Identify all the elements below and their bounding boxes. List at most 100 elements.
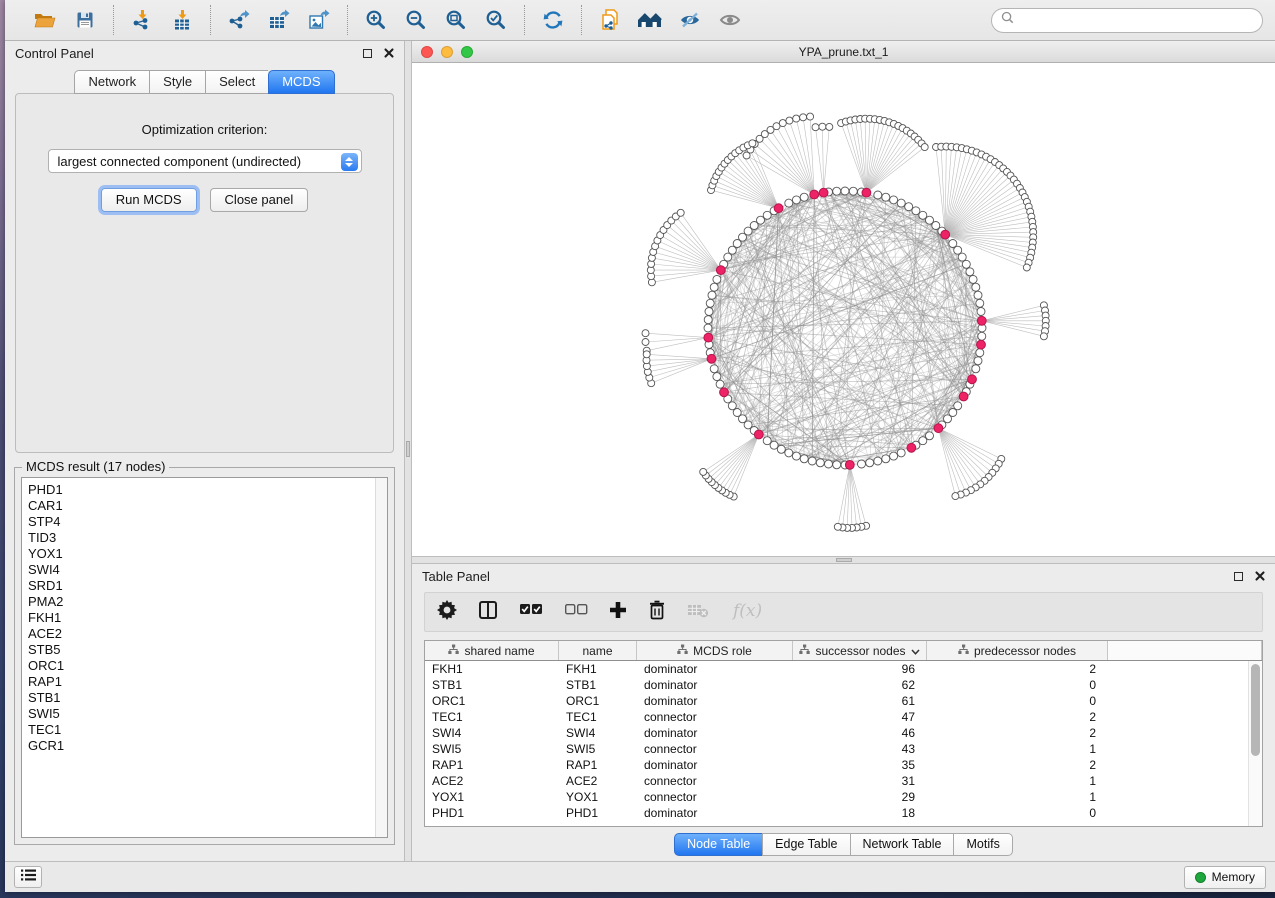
column-header-shared-name[interactable]: shared name (425, 641, 559, 660)
hide-selected-button[interactable] (674, 5, 706, 35)
table-row[interactable]: SWI5SWI5connector431 (425, 741, 1262, 757)
close-window-icon[interactable] (421, 46, 433, 58)
maximize-window-icon[interactable] (461, 46, 473, 58)
zoom-selected-button[interactable] (480, 5, 512, 35)
tab-network-table[interactable]: Network Table (850, 833, 954, 856)
run-mcds-button[interactable]: Run MCDS (101, 188, 197, 212)
table-row[interactable]: PHD1PHD1dominator180 (425, 805, 1262, 821)
mcds-result-item[interactable]: ORC1 (22, 658, 387, 674)
node-table[interactable]: shared namename MCDS role successor nodesp… (424, 640, 1263, 827)
cell: connector (637, 790, 793, 804)
tab-select[interactable]: Select (205, 70, 268, 94)
mcds-result-item[interactable]: FKH1 (22, 610, 387, 626)
network-overview-button[interactable] (634, 5, 666, 35)
close-panel-button[interactable]: Close panel (210, 188, 309, 212)
cell: SWI5 (559, 742, 637, 756)
column-header-label: MCDS role (693, 644, 752, 658)
mcds-result-item[interactable]: YOX1 (22, 546, 387, 562)
column-header-MCDS-role[interactable]: MCDS role (637, 641, 793, 660)
mcds-list-scrollbar[interactable] (375, 478, 387, 837)
network-canvas[interactable] (412, 63, 1275, 556)
columns-button[interactable] (478, 600, 498, 624)
mcds-result-item[interactable]: STB1 (22, 690, 387, 706)
table-scrollbar[interactable] (1248, 661, 1262, 826)
cell: 2 (927, 758, 1108, 772)
table-row[interactable]: FKH1FKH1dominator962 (425, 661, 1262, 677)
export-image-button[interactable] (303, 5, 335, 35)
mcds-result-item[interactable]: PMA2 (22, 594, 387, 610)
column-header-name[interactable]: name (559, 641, 637, 660)
column-header-predecessor-nodes[interactable]: predecessor nodes (927, 641, 1108, 660)
horizontal-splitter[interactable] (412, 556, 1275, 564)
search-input[interactable] (1019, 13, 1253, 27)
export-table-button[interactable] (263, 5, 295, 35)
close-panel-icon[interactable] (384, 48, 394, 58)
cell: STB1 (559, 678, 637, 692)
mcds-result-item[interactable]: SWI5 (22, 706, 387, 722)
float-panel-icon[interactable] (363, 49, 372, 58)
vertical-splitter[interactable] (404, 41, 412, 861)
clone-network-button[interactable] (594, 5, 626, 35)
table-row[interactable]: YOX1YOX1connector291 (425, 789, 1262, 805)
column-header-successor-nodes[interactable]: successor nodes (793, 641, 927, 660)
table-row[interactable]: ACE2ACE2connector311 (425, 773, 1262, 789)
close-table-panel-icon[interactable] (1255, 571, 1265, 581)
table-row[interactable]: TEC1TEC1connector472 (425, 709, 1262, 725)
minimize-window-icon[interactable] (441, 46, 453, 58)
refresh-button[interactable] (537, 5, 569, 35)
add-row-button[interactable] (609, 600, 627, 624)
cell: 2 (927, 710, 1108, 724)
memory-button[interactable]: Memory (1184, 866, 1266, 889)
delete-row-button[interactable] (648, 600, 666, 624)
add-row-icon (609, 601, 627, 624)
export-network-button[interactable] (223, 5, 255, 35)
mcds-result-list[interactable]: PHD1CAR1STP4TID3YOX1SWI4SRD1PMA2FKH1ACE2… (21, 477, 388, 838)
mcds-result-item[interactable]: STB5 (22, 642, 387, 658)
mcds-result-item[interactable]: TID3 (22, 530, 387, 546)
cell: 62 (793, 678, 927, 692)
search-box[interactable] (991, 8, 1263, 33)
tab-motifs[interactable]: Motifs (953, 833, 1012, 856)
table-row[interactable]: ORC1ORC1dominator610 (425, 693, 1262, 709)
gear-button[interactable] (437, 600, 457, 624)
mcds-result-item[interactable]: RAP1 (22, 674, 387, 690)
table-panel-header: Table Panel (412, 564, 1275, 588)
mcds-result-item[interactable]: GCR1 (22, 738, 387, 754)
tab-network[interactable]: Network (74, 70, 149, 94)
mcds-result-item[interactable]: ACE2 (22, 626, 387, 642)
open-button[interactable] (29, 5, 61, 35)
deselect-all-button[interactable] (564, 600, 588, 624)
criterion-select[interactable]: largest connected component (undirected) (48, 149, 362, 173)
float-table-panel-icon[interactable] (1234, 572, 1243, 581)
table-scrollbar-thumb[interactable] (1251, 664, 1260, 756)
import-table-button[interactable] (166, 5, 198, 35)
table-row[interactable]: RAP1RAP1dominator352 (425, 757, 1262, 773)
mcds-result-item[interactable]: PHD1 (22, 482, 387, 498)
table-toolbar: f(x) (424, 592, 1263, 632)
horizontal-splitter-grip[interactable] (836, 558, 852, 562)
table-row[interactable]: SWI4SWI4dominator462 (425, 725, 1262, 741)
tab-style[interactable]: Style (149, 70, 205, 94)
import-network-button[interactable] (126, 5, 158, 35)
tab-edge-table[interactable]: Edge Table (762, 833, 849, 856)
window-traffic-lights (421, 46, 473, 58)
tab-mcds[interactable]: MCDS (268, 70, 334, 94)
mcds-result-item[interactable]: CAR1 (22, 498, 387, 514)
save-button[interactable] (69, 5, 101, 35)
mcds-result-item[interactable]: TEC1 (22, 722, 387, 738)
select-all-button[interactable] (519, 600, 543, 624)
table-row[interactable]: STB1STB1dominator620 (425, 677, 1262, 693)
show-panels-button[interactable] (14, 866, 42, 888)
zoom-in-icon (365, 9, 387, 31)
mcds-result-item[interactable]: SRD1 (22, 578, 387, 594)
mcds-result-item[interactable]: SWI4 (22, 562, 387, 578)
cell: SWI5 (425, 742, 559, 756)
vertical-splitter-grip[interactable] (406, 441, 410, 457)
zoom-in-button[interactable] (360, 5, 392, 35)
tab-node-table[interactable]: Node Table (674, 833, 762, 856)
mcds-result-item[interactable]: STP4 (22, 514, 387, 530)
zoom-out-button[interactable] (400, 5, 432, 35)
cell: 2 (927, 662, 1108, 676)
show-hidden-button[interactable] (714, 5, 746, 35)
zoom-fit-button[interactable] (440, 5, 472, 35)
